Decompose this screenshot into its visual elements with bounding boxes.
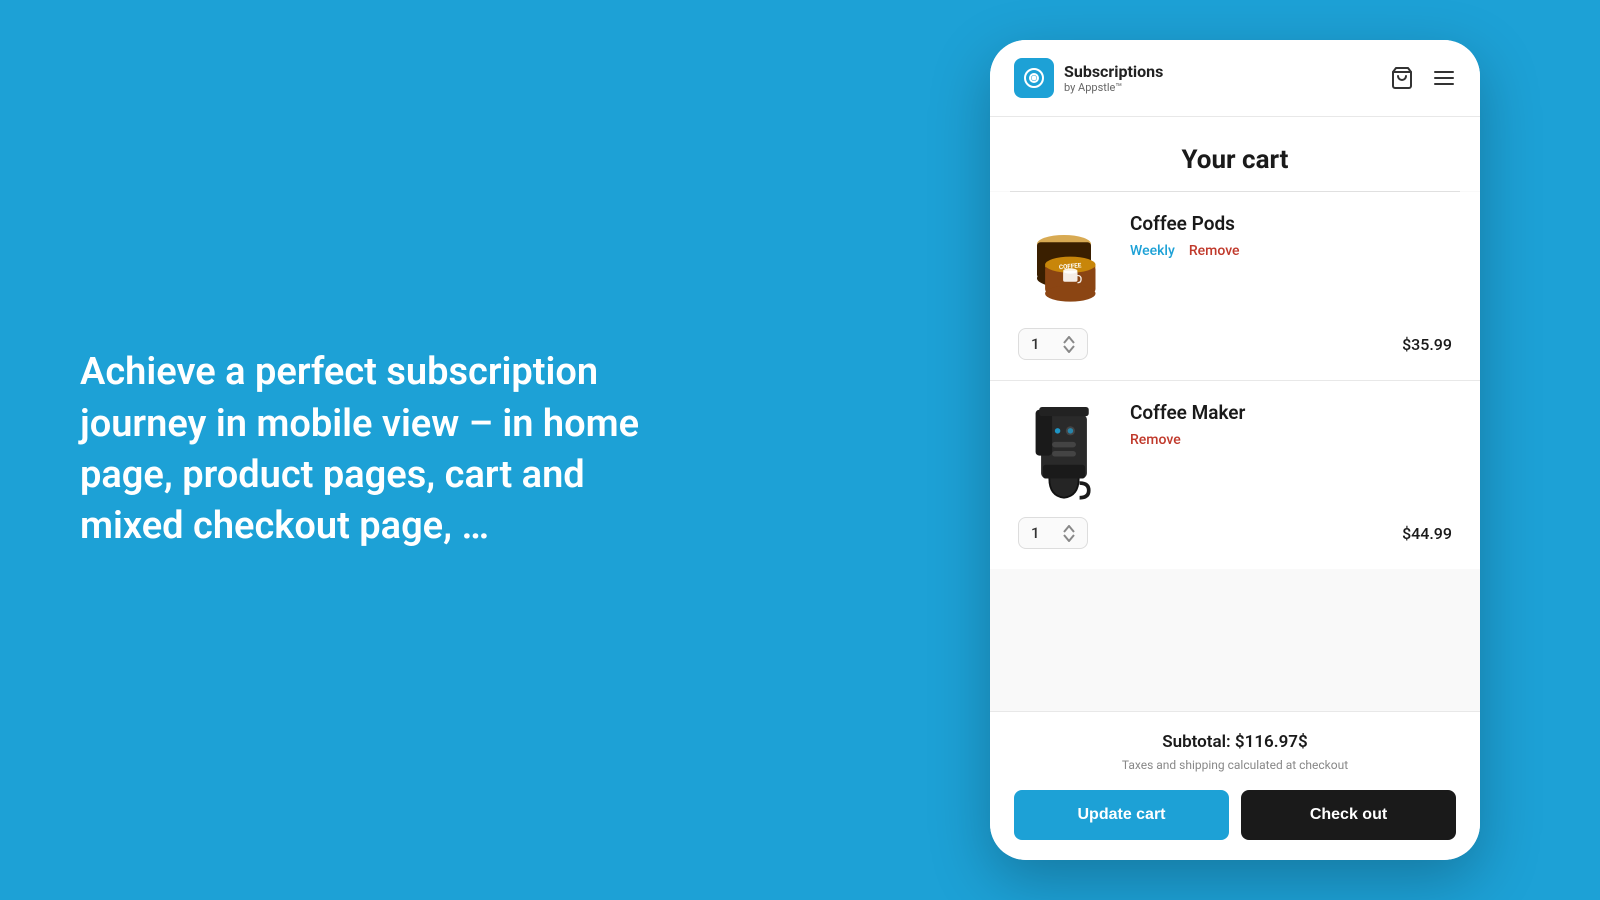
- header-icons: [1390, 66, 1456, 90]
- menu-icon[interactable]: [1432, 66, 1456, 90]
- qty-up-arrow[interactable]: [1063, 336, 1075, 344]
- coffee-maker-qty-arrows: [1063, 525, 1075, 542]
- coffee-maker-remove[interactable]: Remove: [1130, 432, 1181, 448]
- subtotal-text: Subtotal: $116.97$: [1014, 732, 1456, 752]
- app-header: Subscriptions by Appstle™: [990, 40, 1480, 117]
- cart-actions: Update cart Check out: [1014, 790, 1456, 840]
- coffee-pods-image: COFFEE: [1014, 212, 1114, 312]
- app-logo-icon: [1014, 58, 1054, 98]
- logo-text: Subscriptions by Appstle™: [1064, 62, 1163, 94]
- cart-item-coffee-pods: COFFEE Coffee Pods Weekly Remove: [990, 192, 1480, 380]
- shipping-note: Taxes and shipping calculated at checkou…: [1014, 758, 1456, 772]
- coffee-maker-qty-down[interactable]: [1063, 534, 1075, 542]
- coffee-maker-qty-stepper[interactable]: 1: [1018, 517, 1088, 549]
- coffee-pods-qty-stepper[interactable]: 1: [1018, 328, 1088, 360]
- coffee-maker-info: Coffee Maker Remove: [1130, 401, 1456, 448]
- coffee-maker-tags: Remove: [1130, 432, 1456, 448]
- cart-icon[interactable]: [1390, 66, 1414, 90]
- coffee-pods-name: Coffee Pods: [1130, 212, 1456, 235]
- qty-arrows: [1063, 336, 1075, 353]
- cart-content: Your cart: [990, 117, 1480, 711]
- phone-card: Subscriptions by Appstle™ Your cart: [990, 40, 1480, 860]
- coffee-maker-price: $44.99: [1402, 524, 1452, 543]
- coffee-pods-bottom: 1 $35.99: [1014, 328, 1456, 360]
- brand-name: Subscriptions: [1064, 62, 1163, 81]
- coffee-maker-image: [1014, 401, 1114, 501]
- coffee-maker-qty: 1: [1031, 524, 1040, 542]
- coffee-pods-info: Coffee Pods Weekly Remove: [1130, 212, 1456, 259]
- coffee-pods-qty: 1: [1031, 335, 1040, 353]
- item-top-coffee-maker: Coffee Maker Remove: [1014, 401, 1456, 501]
- item-top-coffee-pods: COFFEE Coffee Pods Weekly Remove: [1014, 212, 1456, 312]
- coffee-pods-svg: COFFEE: [1014, 217, 1114, 307]
- coffee-pods-price: $35.99: [1402, 335, 1452, 354]
- cart-item-coffee-maker: Coffee Maker Remove 1 $44.99: [990, 380, 1480, 569]
- coffee-maker-bottom: 1 $44.99: [1014, 517, 1456, 549]
- checkout-button[interactable]: Check out: [1241, 790, 1456, 840]
- cart-footer: Subtotal: $116.97$ Taxes and shipping ca…: [990, 711, 1480, 860]
- logo-area: Subscriptions by Appstle™: [1014, 58, 1163, 98]
- weekly-tag[interactable]: Weekly: [1130, 243, 1175, 259]
- brand-sub: by Appstle™: [1064, 81, 1163, 94]
- left-panel: Achieve a perfect subscription journey i…: [0, 287, 750, 612]
- cart-title: Your cart: [990, 117, 1480, 191]
- coffee-maker-qty-up[interactable]: [1063, 525, 1075, 533]
- qty-down-arrow[interactable]: [1063, 345, 1075, 353]
- coffee-pods-remove[interactable]: Remove: [1189, 243, 1240, 259]
- update-cart-button[interactable]: Update cart: [1014, 790, 1229, 840]
- coffee-pods-tags: Weekly Remove: [1130, 243, 1456, 259]
- coffee-maker-svg: [1019, 396, 1109, 506]
- tagline-text: Achieve a perfect subscription journey i…: [80, 347, 670, 552]
- coffee-maker-name: Coffee Maker: [1130, 401, 1456, 424]
